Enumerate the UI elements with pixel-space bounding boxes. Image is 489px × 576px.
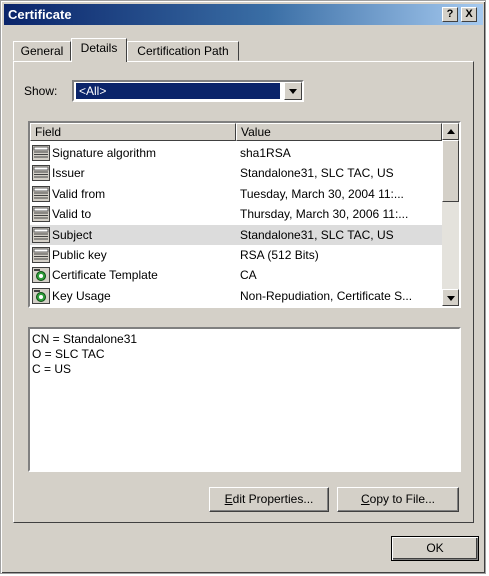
certificate-field-icon	[32, 247, 50, 263]
list-row[interactable]: Valid to Thursday, March 30, 2006 11:...	[30, 204, 442, 224]
show-dropdown[interactable]: <All>	[72, 80, 304, 102]
certificate-field-icon	[32, 226, 50, 243]
dropdown-arrow-button[interactable]	[284, 82, 302, 100]
detail-line: C = US	[32, 362, 72, 376]
detail-line: CN = Standalone31	[32, 332, 138, 346]
show-label: Show:	[24, 84, 58, 98]
certificate-field-icon	[32, 165, 50, 182]
tab-general-label: General	[20, 44, 64, 58]
row-field-name: Public key	[52, 248, 107, 262]
copy-to-file-label: opy to File...	[369, 492, 436, 506]
row-field-name: Certificate Template	[52, 268, 158, 283]
tab-details-label: Details	[80, 41, 118, 55]
title-bar[interactable]: Certificate ? X	[4, 4, 483, 25]
list-row[interactable]: Valid from Tuesday, March 30, 2004 11:...	[30, 184, 442, 204]
row-field-value: sha1RSA	[240, 146, 291, 160]
list-row[interactable]: Public key RSA (512 Bits)	[30, 245, 442, 265]
chevron-down-icon	[447, 296, 455, 301]
row-field-name: Valid to	[52, 207, 92, 222]
row-field-value: Standalone31, SLC TAC, US	[240, 166, 394, 181]
list-row[interactable]: Certificate Template CA	[30, 265, 442, 285]
row-field-value: Standalone31, SLC TAC, US	[240, 227, 394, 242]
row-field-value: RSA (512 Bits)	[240, 248, 319, 262]
details-panel: Show: <All> Field Value Signature algori…	[13, 61, 474, 523]
chevron-down-icon	[289, 89, 297, 94]
help-button[interactable]: ?	[442, 7, 458, 22]
chevron-up-icon	[447, 129, 455, 134]
list-row[interactable]: Signature algorithm sha1RSA	[30, 143, 442, 163]
window-title: Certificate	[8, 7, 72, 22]
row-field-name: Subject	[52, 227, 93, 242]
certificate-field-icon	[32, 185, 50, 202]
tab-certification-path[interactable]: Certification Path	[127, 41, 239, 61]
row-field-name: Key Usage	[52, 288, 111, 303]
edit-properties-label: dit Properties...	[232, 492, 314, 506]
list-row[interactable]: Subject Standalone31, SLC TAC, US	[30, 224, 442, 245]
tab-general[interactable]: General	[13, 41, 71, 61]
copy-to-file-mnemonic: C	[360, 492, 370, 506]
row-field-value: Non-Repudiation, Certificate S...	[240, 288, 413, 303]
close-button[interactable]: X	[461, 7, 477, 22]
row-field-name: Valid from	[52, 186, 106, 201]
row-field-value: CA	[240, 268, 257, 283]
ok-button[interactable]: OK	[391, 536, 479, 561]
field-list[interactable]: Field Value Signature algorithm sha1RSA Is…	[28, 121, 461, 308]
tab-details[interactable]: Details	[71, 38, 127, 62]
certificate-field-icon	[32, 145, 50, 161]
row-field-value: Thursday, March 30, 2006 11:...	[240, 207, 409, 222]
field-value-detail[interactable]: CN = Standalone31 O = SLC TAC C = US	[28, 327, 461, 472]
scroll-up-button[interactable]	[442, 123, 459, 140]
copy-to-file-button[interactable]: Copy to File...	[337, 487, 459, 512]
scroll-thumb[interactable]	[442, 140, 459, 202]
certificate-extension-icon	[32, 267, 50, 284]
column-header-field[interactable]: Field	[30, 123, 236, 141]
certificate-field-icon	[32, 206, 50, 223]
tab-certification-path-label: Certification Path	[137, 44, 229, 58]
list-row[interactable]: Issuer Standalone31, SLC TAC, US	[30, 163, 442, 183]
edit-properties-button[interactable]: Edit Properties...	[209, 487, 329, 512]
vertical-scrollbar[interactable]	[442, 123, 459, 306]
show-dropdown-value: <All>	[76, 83, 280, 99]
scroll-down-button[interactable]	[442, 289, 459, 306]
certificate-extension-icon	[32, 287, 50, 304]
row-field-value: Tuesday, March 30, 2004 11:...	[240, 186, 404, 201]
certificate-dialog: Certificate ? X General Details Certific…	[0, 0, 486, 574]
column-header-value[interactable]: Value	[236, 123, 442, 141]
row-field-name: Signature algorithm	[52, 146, 157, 160]
list-row[interactable]: Key Usage Non-Repudiation, Certificate S.…	[30, 286, 442, 306]
row-field-name: Issuer	[52, 166, 85, 181]
detail-line: O = SLC TAC	[32, 347, 105, 361]
edit-properties-mnemonic: E	[224, 492, 233, 506]
